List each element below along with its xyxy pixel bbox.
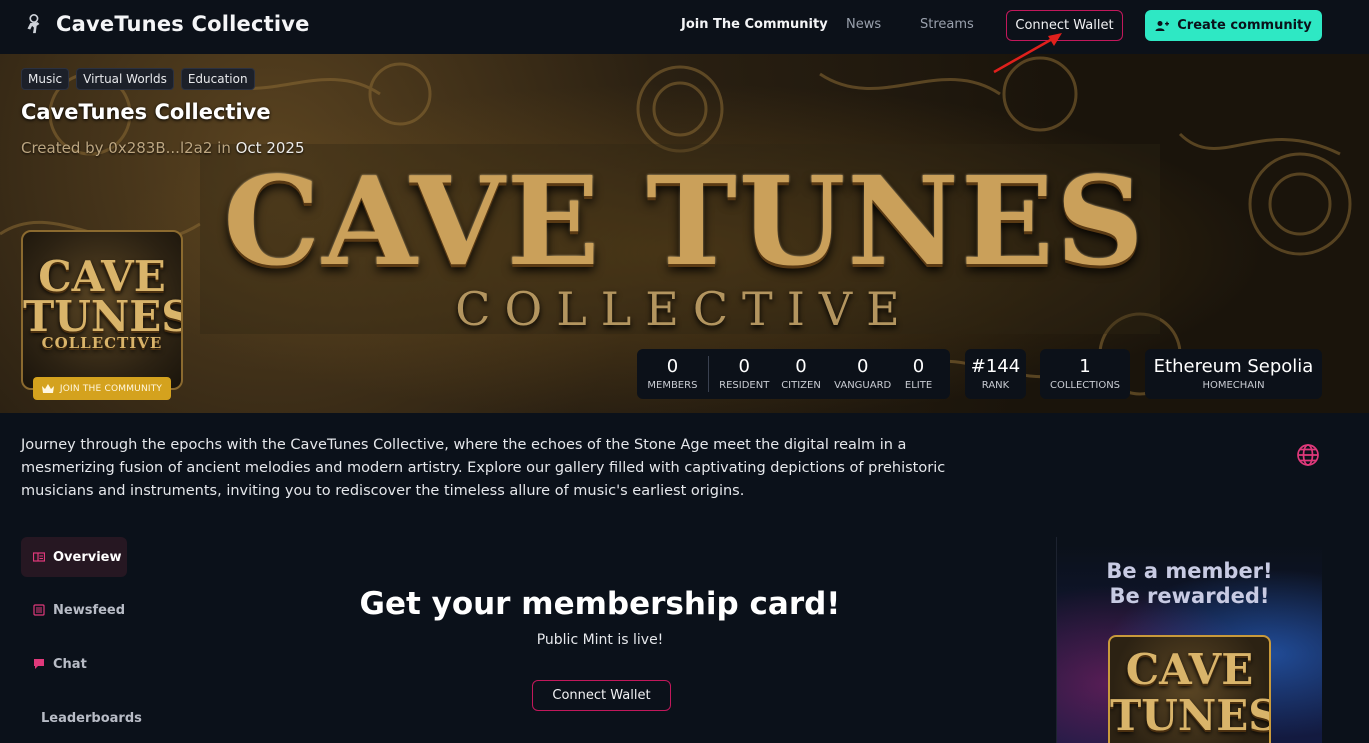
brand[interactable]: CaveTunes Collective bbox=[22, 12, 310, 36]
overview-icon bbox=[33, 552, 45, 562]
stat-vanguard: 0 VANGUARD bbox=[830, 356, 895, 392]
stat-rank-value: #144 bbox=[970, 356, 1021, 377]
stat-vanguard-label: VANGUARD bbox=[834, 380, 892, 391]
brand-title: CaveTunes Collective bbox=[56, 12, 310, 36]
homechain-stat: Ethereum Sepolia HOMECHAIN bbox=[1145, 349, 1322, 399]
newsfeed-icon bbox=[33, 604, 45, 616]
tag-music[interactable]: Music bbox=[21, 68, 70, 90]
stat-divider bbox=[707, 356, 709, 392]
sidebar-item-chat[interactable]: Chat bbox=[21, 644, 127, 684]
stat-members-value: 0 bbox=[666, 356, 679, 377]
stat-collections-label: COLLECTIONS bbox=[1049, 380, 1121, 391]
community-title: CaveTunes Collective bbox=[21, 100, 271, 124]
crown-icon bbox=[41, 384, 54, 393]
rank-stat: #144 RANK bbox=[965, 349, 1026, 399]
stat-members-label: MEMBERS bbox=[647, 380, 698, 391]
membership-subtitle: Public Mint is live! bbox=[536, 632, 664, 648]
join-community-button[interactable]: JOIN THE COMMUNITY bbox=[33, 377, 171, 400]
create-community-button[interactable]: Create community bbox=[1145, 10, 1322, 41]
card-line-2: TUNES bbox=[1110, 691, 1271, 740]
chat-icon bbox=[34, 659, 44, 669]
sidebar-item-label: Leaderboards bbox=[41, 710, 142, 726]
tag-virtual-worlds[interactable]: Virtual Worlds bbox=[76, 68, 174, 90]
stat-resident-value: 0 bbox=[738, 356, 750, 377]
banner-subtitle: COLLECTIVE bbox=[455, 282, 914, 336]
stat-rank: #144 RANK bbox=[970, 356, 1021, 392]
stat-members: 0 MEMBERS bbox=[645, 356, 700, 392]
nav-join-community[interactable]: Join The Community bbox=[681, 17, 828, 32]
globe-icon[interactable] bbox=[1296, 443, 1320, 467]
annotation-arrow-icon bbox=[993, 33, 1062, 74]
stat-elite-value: 0 bbox=[912, 356, 925, 377]
sidebar-item-label: Chat bbox=[53, 656, 87, 672]
created-by-text: Created by 0x283B...l2a2 in bbox=[21, 139, 236, 157]
membership-card-image: CAVE TUNES bbox=[1108, 635, 1271, 743]
community-avatar: CAVE TUNES COLLECTIVE bbox=[21, 230, 183, 390]
join-community-label: JOIN THE COMMUNITY bbox=[59, 383, 163, 394]
sidebar-item-label: Newsfeed bbox=[53, 602, 126, 618]
created-date: Oct 2025 bbox=[235, 139, 305, 157]
nav-news[interactable]: News bbox=[846, 17, 881, 32]
member-stats: 0 MEMBERS 0 RESIDENT 0 CITIZEN 0 VANGUAR… bbox=[637, 349, 950, 399]
stat-elite-label: ELITE bbox=[904, 380, 933, 391]
stat-rank-label: RANK bbox=[981, 380, 1010, 391]
membership-title: Get your membership card! bbox=[359, 586, 841, 622]
stat-resident: 0 RESIDENT bbox=[717, 356, 772, 392]
card-line-1: CAVE bbox=[1125, 645, 1254, 694]
tag-education[interactable]: Education bbox=[180, 68, 255, 90]
sidebar-item-overview[interactable]: Overview bbox=[21, 537, 127, 577]
stat-citizen-label: CITIZEN bbox=[781, 380, 821, 391]
avatar-line-3: COLLECTIVE bbox=[41, 334, 163, 352]
stat-homechain: Ethereum Sepolia HOMECHAIN bbox=[1153, 356, 1314, 392]
promo-line-1: Be a member! bbox=[1106, 559, 1273, 583]
nav-streams[interactable]: Streams bbox=[920, 17, 974, 32]
stat-elite: 0 ELITE bbox=[895, 356, 942, 392]
stat-vanguard-value: 0 bbox=[856, 356, 869, 377]
stat-citizen: 0 CITIZEN bbox=[772, 356, 831, 392]
connect-wallet-mint-button[interactable]: Connect Wallet bbox=[532, 680, 671, 711]
sidebar-item-newsfeed[interactable]: Newsfeed bbox=[21, 590, 127, 630]
stat-collections: 1 COLLECTIONS bbox=[1049, 356, 1121, 392]
member-promo-panel: Be a member! Be rewarded! CAVE TUNES bbox=[1057, 545, 1322, 743]
create-community-label: Create community bbox=[1177, 18, 1312, 33]
stat-citizen-value: 0 bbox=[795, 356, 807, 377]
community-tags: Music Virtual Worlds Education bbox=[21, 68, 255, 90]
promo-line-2: Be rewarded! bbox=[1109, 584, 1270, 608]
stat-resident-label: RESIDENT bbox=[719, 380, 770, 391]
sidebar-item-leaderboards[interactable]: Leaderboards bbox=[21, 698, 142, 738]
stat-homechain-value: Ethereum Sepolia bbox=[1153, 356, 1314, 377]
stat-collections-value: 1 bbox=[1079, 356, 1091, 377]
top-navbar: CaveTunes Collective Join The Community … bbox=[0, 0, 1369, 54]
community-description: Journey through the epochs with the Cave… bbox=[21, 437, 946, 499]
banner-title: CAVE TUNES bbox=[223, 149, 1146, 293]
collections-stat[interactable]: 1 COLLECTIONS bbox=[1040, 349, 1130, 399]
user-plus-icon bbox=[1155, 20, 1170, 31]
astronaut-icon bbox=[27, 14, 40, 34]
stat-homechain-label: HOMECHAIN bbox=[1202, 380, 1265, 391]
created-by: Created by 0x283B...l2a2 in Oct 2025 bbox=[21, 139, 305, 157]
sidebar-item-label: Overview bbox=[53, 549, 122, 565]
